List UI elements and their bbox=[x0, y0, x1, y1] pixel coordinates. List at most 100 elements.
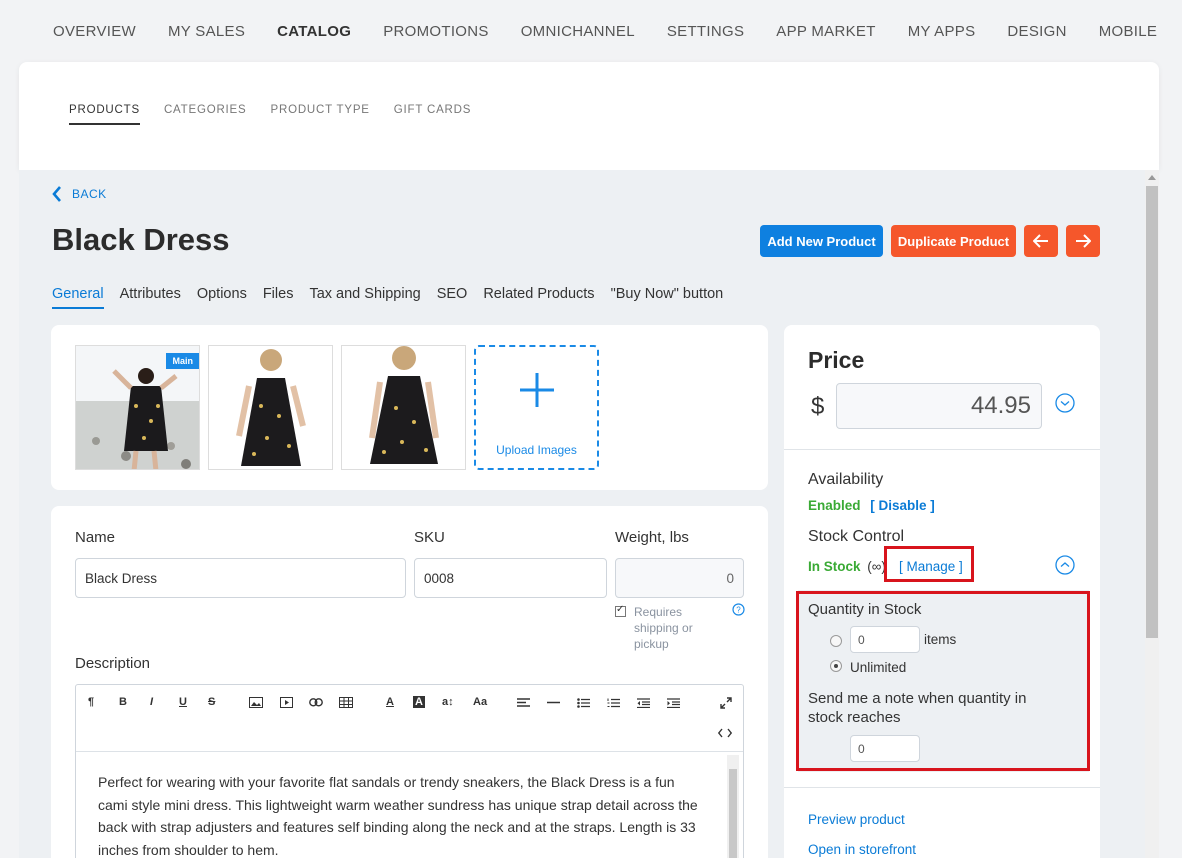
page-title: Black Dress bbox=[52, 222, 230, 257]
description-label: Description bbox=[75, 655, 151, 672]
strikethrough-icon[interactable]: S bbox=[208, 696, 215, 708]
plus-icon bbox=[520, 373, 554, 407]
weight-label: Weight, lbs bbox=[615, 529, 689, 546]
duplicate-product-button[interactable]: Duplicate Product bbox=[891, 225, 1016, 257]
add-new-product-button[interactable]: Add New Product bbox=[760, 225, 883, 257]
indent-icon[interactable] bbox=[667, 698, 680, 708]
subnav-product-type[interactable]: PRODUCT TYPE bbox=[271, 104, 370, 125]
scroll-up-arrow-icon[interactable] bbox=[1148, 175, 1156, 180]
table-icon[interactable] bbox=[339, 697, 353, 708]
sku-label: SKU bbox=[414, 529, 445, 546]
quantity-radio[interactable] bbox=[830, 635, 842, 647]
bullet-list-icon[interactable] bbox=[577, 698, 590, 708]
fullscreen-icon[interactable] bbox=[720, 697, 732, 709]
scrollbar-thumb[interactable] bbox=[1146, 186, 1158, 638]
tab-related-products[interactable]: Related Products bbox=[483, 286, 594, 309]
open-in-storefront-link[interactable]: Open in storefront bbox=[808, 842, 916, 857]
tab-attributes[interactable]: Attributes bbox=[120, 286, 181, 309]
nav-app-market[interactable]: APP MARKET bbox=[776, 23, 875, 40]
quantity-in-stock-label: Quantity in Stock bbox=[808, 601, 922, 618]
divider bbox=[784, 787, 1100, 788]
link-icon[interactable] bbox=[309, 698, 323, 707]
name-input[interactable]: Black Dress bbox=[75, 558, 406, 598]
subnav-categories[interactable]: CATEGORIES bbox=[164, 104, 247, 125]
nav-omnichannel[interactable]: OMNICHANNEL bbox=[521, 23, 635, 40]
arrow-right-icon bbox=[1076, 234, 1091, 248]
items-label: items bbox=[924, 632, 957, 647]
help-icon[interactable]: ? bbox=[732, 603, 745, 616]
chevron-down-circle-icon[interactable] bbox=[1055, 393, 1075, 413]
nav-design[interactable]: DESIGN bbox=[1007, 23, 1066, 40]
product-image-front[interactable] bbox=[208, 345, 333, 470]
stock-note-input[interactable]: 0 bbox=[850, 735, 920, 762]
back-label: BACK bbox=[72, 187, 107, 201]
product-edit-content: BACK Black Dress Add New Product Duplica… bbox=[19, 170, 1145, 858]
nav-my-apps[interactable]: MY APPS bbox=[908, 23, 976, 40]
disable-link[interactable]: [ Disable ] bbox=[870, 498, 935, 513]
sku-input[interactable]: 0008 bbox=[414, 558, 607, 598]
stock-status: In Stock bbox=[808, 559, 861, 574]
horizontal-line-icon[interactable] bbox=[547, 701, 560, 704]
nav-overview[interactable]: OVERVIEW bbox=[53, 23, 136, 40]
unlimited-radio[interactable] bbox=[830, 660, 842, 672]
outdent-icon[interactable] bbox=[637, 698, 650, 708]
weight-input[interactable]: 0 bbox=[615, 558, 744, 598]
tab-tax-and-shipping[interactable]: Tax and Shipping bbox=[309, 286, 420, 309]
quantity-highlight-box bbox=[796, 591, 1090, 771]
price-panel: Price $ 44.95 Availability Enabled [ Dis… bbox=[784, 325, 1100, 858]
catalog-subnav: PRODUCTS CATEGORIES PRODUCT TYPE GIFT CA… bbox=[69, 104, 495, 125]
underline-icon[interactable]: U bbox=[179, 696, 187, 708]
description-text[interactable]: Perfect for wearing with your favorite f… bbox=[98, 771, 708, 858]
name-label: Name bbox=[75, 529, 116, 546]
requires-shipping-label: Requires shipping or pickup bbox=[634, 605, 693, 651]
nav-mobile[interactable]: MOBILE bbox=[1099, 23, 1157, 40]
product-images-panel: Main Upload Images bbox=[51, 325, 768, 490]
align-left-icon[interactable] bbox=[517, 698, 530, 707]
editor-scrollbar[interactable] bbox=[727, 755, 739, 858]
line-height-icon[interactable]: a↕ bbox=[442, 696, 454, 708]
bold-icon[interactable]: B bbox=[119, 696, 127, 708]
numbered-list-icon[interactable] bbox=[607, 698, 620, 708]
tab-files[interactable]: Files bbox=[263, 286, 294, 309]
text-color-icon[interactable]: A bbox=[386, 696, 394, 708]
nav-promotions[interactable]: PROMOTIONS bbox=[383, 23, 489, 40]
currency-symbol: $ bbox=[811, 393, 825, 420]
main-image-badge: Main bbox=[166, 353, 199, 369]
subnav-products[interactable]: PRODUCTS bbox=[69, 104, 140, 125]
video-icon[interactable] bbox=[280, 697, 293, 708]
price-input[interactable]: 44.95 bbox=[836, 383, 1042, 429]
background-color-icon[interactable]: A bbox=[413, 696, 425, 708]
dress-back-photo bbox=[342, 346, 465, 469]
preview-product-link[interactable]: Preview product bbox=[808, 812, 905, 827]
nav-catalog[interactable]: CATALOG bbox=[277, 23, 351, 40]
product-tabs: General Attributes Options Files Tax and… bbox=[52, 286, 739, 309]
next-product-button[interactable] bbox=[1066, 225, 1100, 257]
tab-seo[interactable]: SEO bbox=[437, 286, 468, 309]
product-image-back[interactable] bbox=[341, 345, 466, 470]
chevron-up-circle-icon[interactable] bbox=[1055, 555, 1075, 575]
catalog-header-card: PRODUCTS CATEGORIES PRODUCT TYPE GIFT CA… bbox=[19, 62, 1159, 170]
price-title: Price bbox=[808, 347, 865, 373]
tab-general[interactable]: General bbox=[52, 286, 104, 309]
image-icon[interactable] bbox=[249, 697, 263, 708]
quantity-input[interactable]: 0 bbox=[850, 626, 920, 653]
upload-images-button[interactable]: Upload Images bbox=[474, 345, 599, 470]
back-link[interactable]: BACK bbox=[52, 186, 107, 202]
product-image-main[interactable]: Main bbox=[75, 345, 200, 470]
tab-buy-now-button[interactable]: "Buy Now" button bbox=[611, 286, 724, 309]
italic-icon[interactable]: I bbox=[150, 696, 153, 708]
unlimited-label: Unlimited bbox=[850, 660, 907, 675]
nav-settings[interactable]: SETTINGS bbox=[667, 23, 744, 40]
previous-product-button[interactable] bbox=[1024, 225, 1058, 257]
manage-stock-link[interactable]: [ Manage ] bbox=[899, 559, 963, 574]
font-size-icon[interactable]: Aa bbox=[473, 696, 487, 708]
page-scrollbar[interactable] bbox=[1145, 170, 1159, 858]
tab-options[interactable]: Options bbox=[197, 286, 247, 309]
paragraph-icon[interactable]: ¶ bbox=[88, 696, 94, 708]
stock-status-row: In Stock (∞) bbox=[808, 559, 886, 574]
code-view-icon[interactable] bbox=[718, 728, 732, 738]
stock-control-label: Stock Control bbox=[808, 528, 905, 545]
nav-my-sales[interactable]: MY SALES bbox=[168, 23, 245, 40]
subnav-gift-cards[interactable]: GIFT CARDS bbox=[394, 104, 471, 125]
requires-shipping-checkbox[interactable] bbox=[615, 604, 626, 617]
